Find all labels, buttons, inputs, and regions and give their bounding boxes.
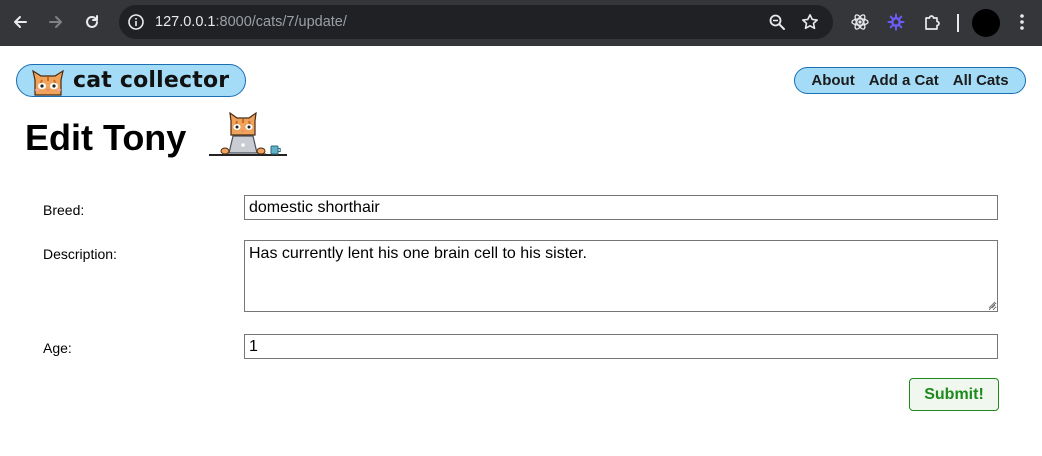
extension-gear-icon[interactable]: [886, 12, 906, 32]
submit-button[interactable]: Submit!: [909, 378, 999, 411]
description-textarea[interactable]: Has currently lent his one brain cell to…: [244, 240, 998, 312]
breed-input[interactable]: [244, 195, 998, 220]
main-nav: About Add a Cat All Cats: [794, 67, 1026, 94]
breed-label: Breed:: [43, 202, 85, 218]
site-logo-text: cat collector: [73, 68, 230, 93]
zoom-icon[interactable]: [768, 13, 786, 31]
cat-logo-icon: [30, 68, 66, 96]
react-devtools-icon[interactable]: [850, 12, 870, 32]
url-path: :8000/cats/7/update/: [215, 14, 347, 30]
address-bar[interactable]: 127.0.0.1:8000/cats/7/update/: [119, 5, 833, 39]
description-label: Description:: [43, 246, 117, 262]
forward-arrow-icon[interactable]: [46, 11, 66, 33]
url-host: 127.0.0.1: [155, 14, 216, 30]
age-input[interactable]: [244, 334, 998, 359]
page-title: Edit Tony: [25, 117, 187, 158]
profile-avatar[interactable]: [972, 9, 1000, 37]
cat-laptop-illustration: [207, 111, 289, 159]
back-arrow-icon[interactable]: [10, 11, 30, 33]
toolbar-divider: [957, 14, 959, 32]
nav-all-cats-link[interactable]: All Cats: [953, 72, 1009, 89]
nav-add-cat-link[interactable]: Add a Cat: [869, 72, 939, 89]
url-text[interactable]: 127.0.0.1:8000/cats/7/update/: [155, 13, 347, 31]
nav-about-link[interactable]: About: [811, 72, 854, 89]
extensions-puzzle-icon[interactable]: [922, 12, 942, 32]
more-menu-icon[interactable]: [1012, 12, 1032, 32]
site-info-icon[interactable]: [127, 13, 145, 31]
age-label: Age:: [43, 340, 72, 356]
reload-icon[interactable]: [82, 11, 102, 33]
site-logo-link[interactable]: cat collector: [16, 64, 246, 97]
bookmark-star-icon[interactable]: [801, 13, 819, 31]
browser-toolbar: 127.0.0.1:8000/cats/7/update/: [0, 0, 1042, 46]
